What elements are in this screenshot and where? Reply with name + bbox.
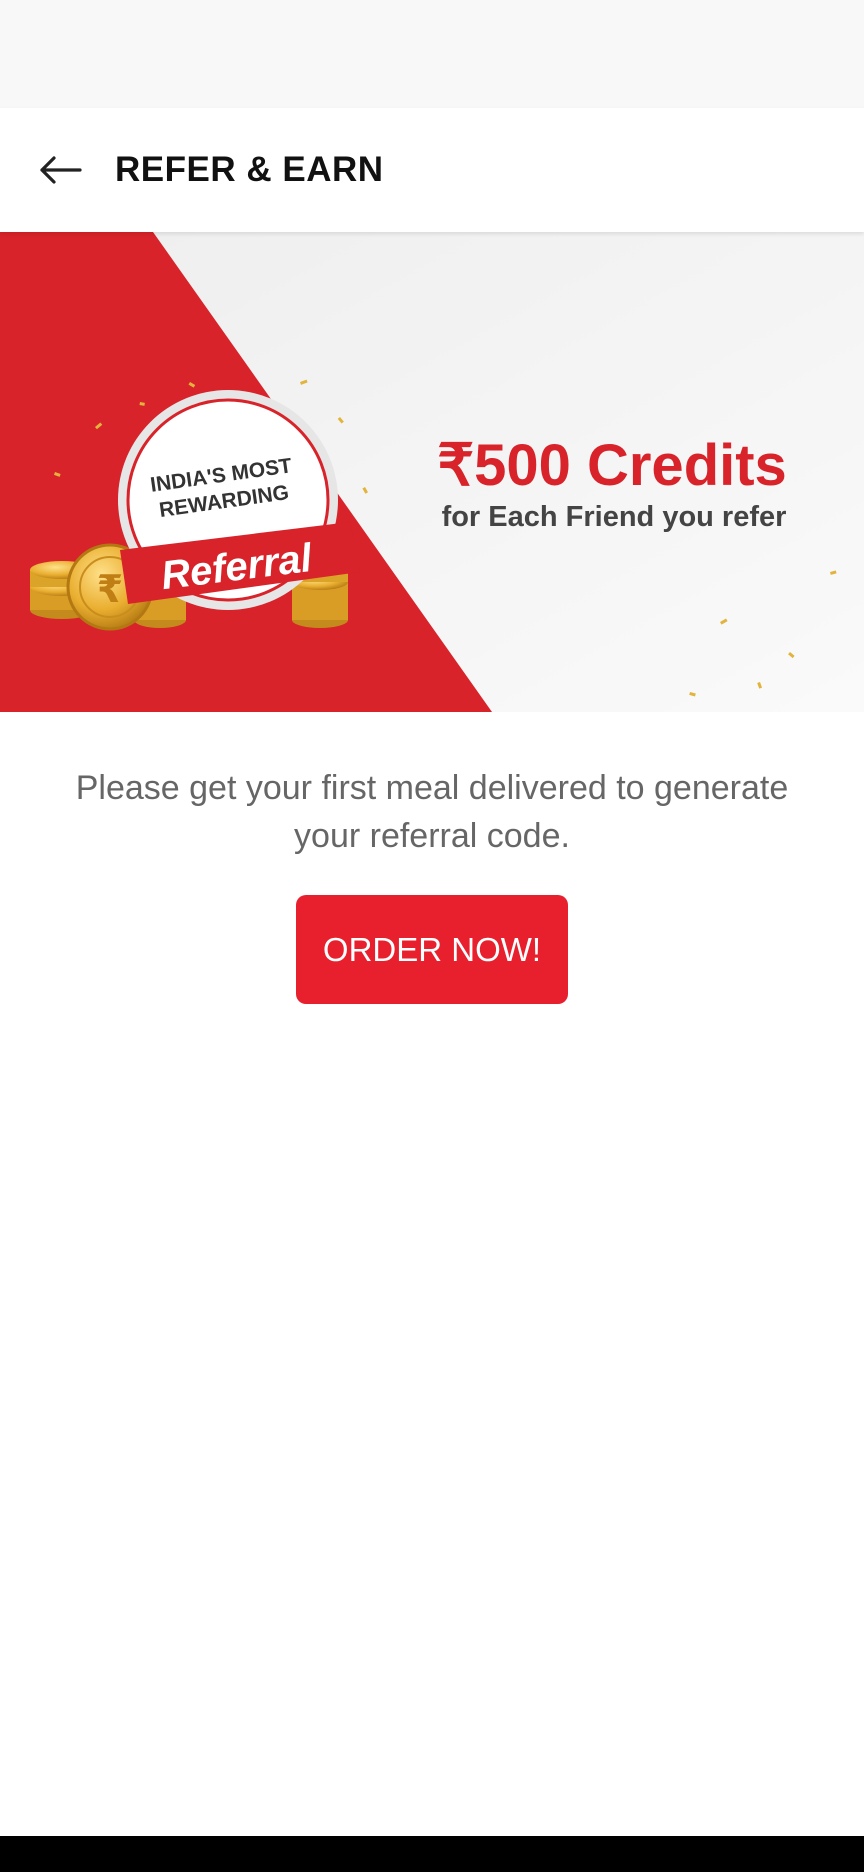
referral-message-line2: your referral code. (294, 817, 570, 855)
banner-graphic: ₹ INDIA'S MOST REWARDING Referral ₹500 C… (0, 232, 864, 712)
svg-text:₹: ₹ (97, 567, 123, 611)
status-bar (0, 0, 864, 108)
system-navigation-bar (0, 1836, 864, 1872)
referral-message-line1: Please get your first meal delivered to … (75, 769, 789, 807)
page-title: REFER & EARN (115, 150, 384, 189)
referral-banner: ₹ INDIA'S MOST REWARDING Referral ₹500 C… (0, 232, 864, 712)
order-now-button[interactable]: ORDER NOW! (296, 895, 568, 1004)
referral-message: Please get your first meal delivered to … (30, 764, 834, 860)
arrow-left-icon (40, 156, 82, 184)
app-bar: REFER & EARN (0, 108, 864, 232)
credits-headline: ₹500 Credits (437, 433, 787, 498)
credits-subline: for Each Friend you refer (442, 501, 787, 533)
back-button[interactable] (30, 140, 90, 200)
